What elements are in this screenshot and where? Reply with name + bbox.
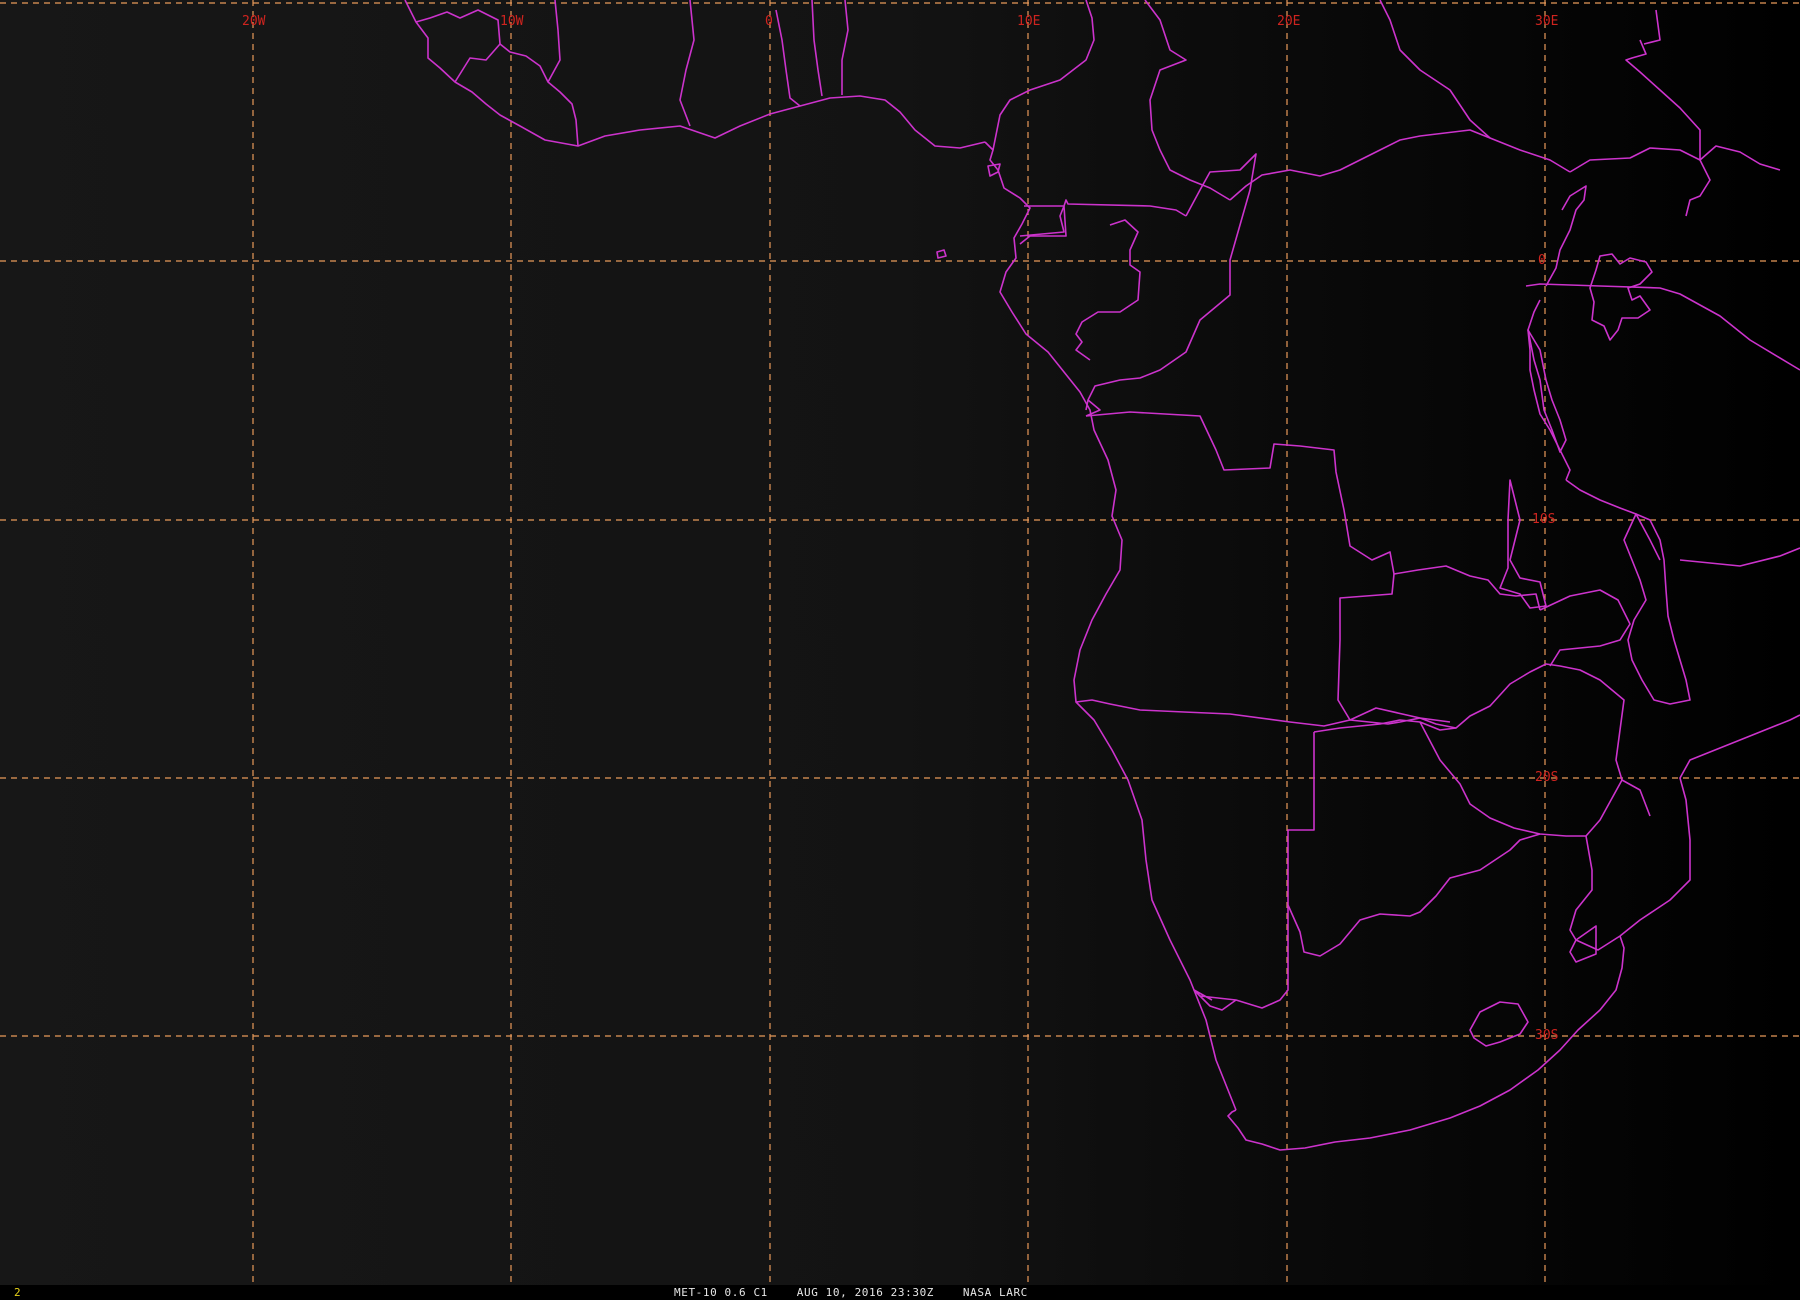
status-bar: 2 MET-10 0.6 C1 AUG 10, 2016 23:30Z NASA… <box>0 1285 1800 1300</box>
satellite-background <box>0 0 1800 1285</box>
lat-label-30s: 30S <box>1535 1028 1558 1043</box>
lat-label-0: 0 <box>1538 253 1546 268</box>
lat-label-20s: 20S <box>1535 770 1558 785</box>
lon-label-10e: 10E <box>1017 14 1040 29</box>
lon-label-30e: 30E <box>1535 14 1558 29</box>
map-canvas: 20W 10W 0 10E 20E 30E 0 10S 20S 30S <box>0 0 1800 1285</box>
lon-label-20w: 20W <box>242 14 266 29</box>
status-text: MET-10 0.6 C1 AUG 10, 2016 23:30Z NASA L… <box>674 1286 1028 1299</box>
lat-label-10s: 10S <box>1532 512 1555 527</box>
satellite-map[interactable]: 20W 10W 0 10E 20E 30E 0 10S 20S 30S <box>0 0 1800 1285</box>
lon-label-0: 0 <box>765 14 773 29</box>
frame-number: 2 <box>14 1286 22 1299</box>
lon-label-20e: 20E <box>1277 14 1300 29</box>
lon-label-10w: 10W <box>500 14 524 29</box>
